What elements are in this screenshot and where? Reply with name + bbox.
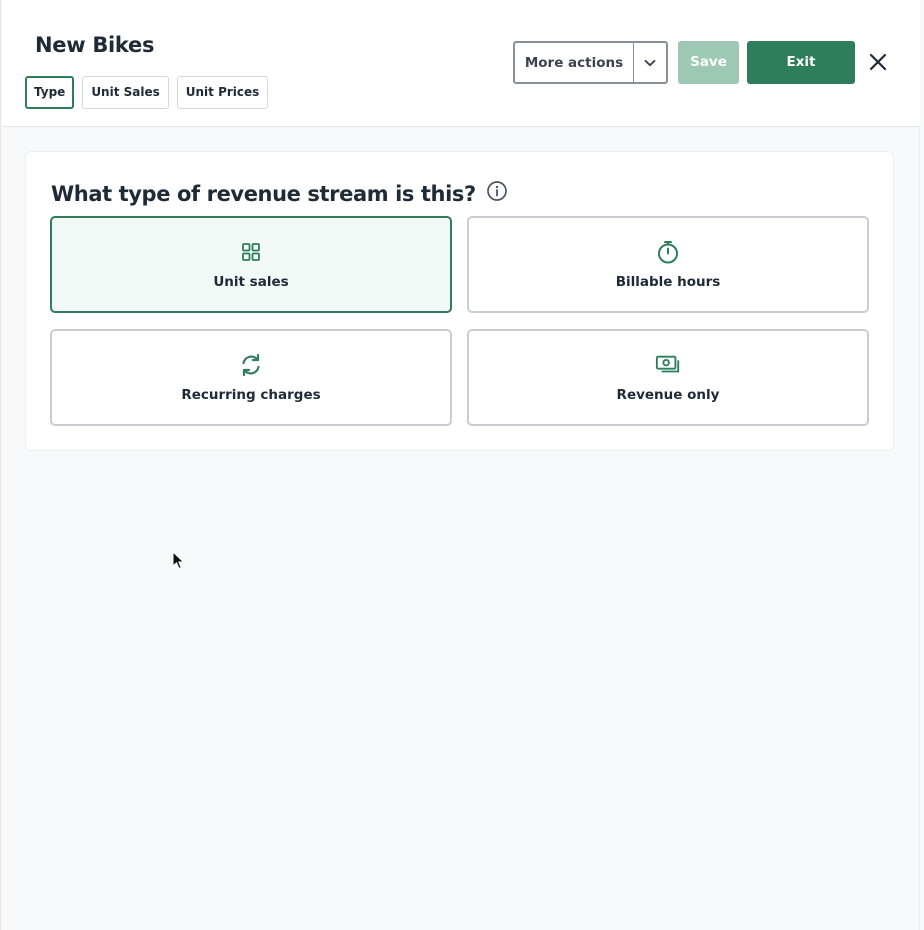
stopwatch-icon [655,239,681,265]
info-icon[interactable] [486,180,508,207]
option-label: Unit sales [213,274,289,290]
exit-button[interactable]: Exit [747,41,855,84]
option-label: Billable hours [615,274,721,290]
header: New Bikes Type Unit Sales Unit Prices Mo… [2,0,920,127]
question-text: What type of revenue stream is this? [51,181,476,206]
option-recurring-charges[interactable]: Recurring charges [50,329,452,426]
option-unit-sales[interactable]: Unit sales [50,216,452,313]
chevron-down-icon[interactable] [634,56,666,70]
more-actions-label: More actions [524,54,624,71]
option-billable-hours[interactable]: Billable hours [467,216,869,313]
question-heading: What type of revenue stream is this? [51,180,508,207]
option-revenue-only[interactable]: Revenue only [467,329,869,426]
app-frame: New Bikes Type Unit Sales Unit Prices Mo… [0,0,920,930]
tab-unit-sales[interactable]: Unit Sales [82,76,169,109]
close-icon[interactable] [866,50,890,74]
grid-icon [238,239,264,265]
tab-bar: Type Unit Sales Unit Prices [25,76,269,109]
mouse-cursor-icon [172,550,186,571]
cash-icon [655,352,681,378]
refresh-icon [238,352,264,378]
revenue-type-panel: What type of revenue stream is this? Uni… [25,151,894,451]
page-title: New Bikes [35,33,155,57]
more-actions-button[interactable]: More actions [513,41,668,84]
save-button[interactable]: Save [678,41,739,84]
tab-type[interactable]: Type [25,76,75,109]
option-label: Revenue only [616,387,720,403]
option-label: Recurring charges [181,387,321,403]
tab-unit-prices[interactable]: Unit Prices [176,76,269,109]
